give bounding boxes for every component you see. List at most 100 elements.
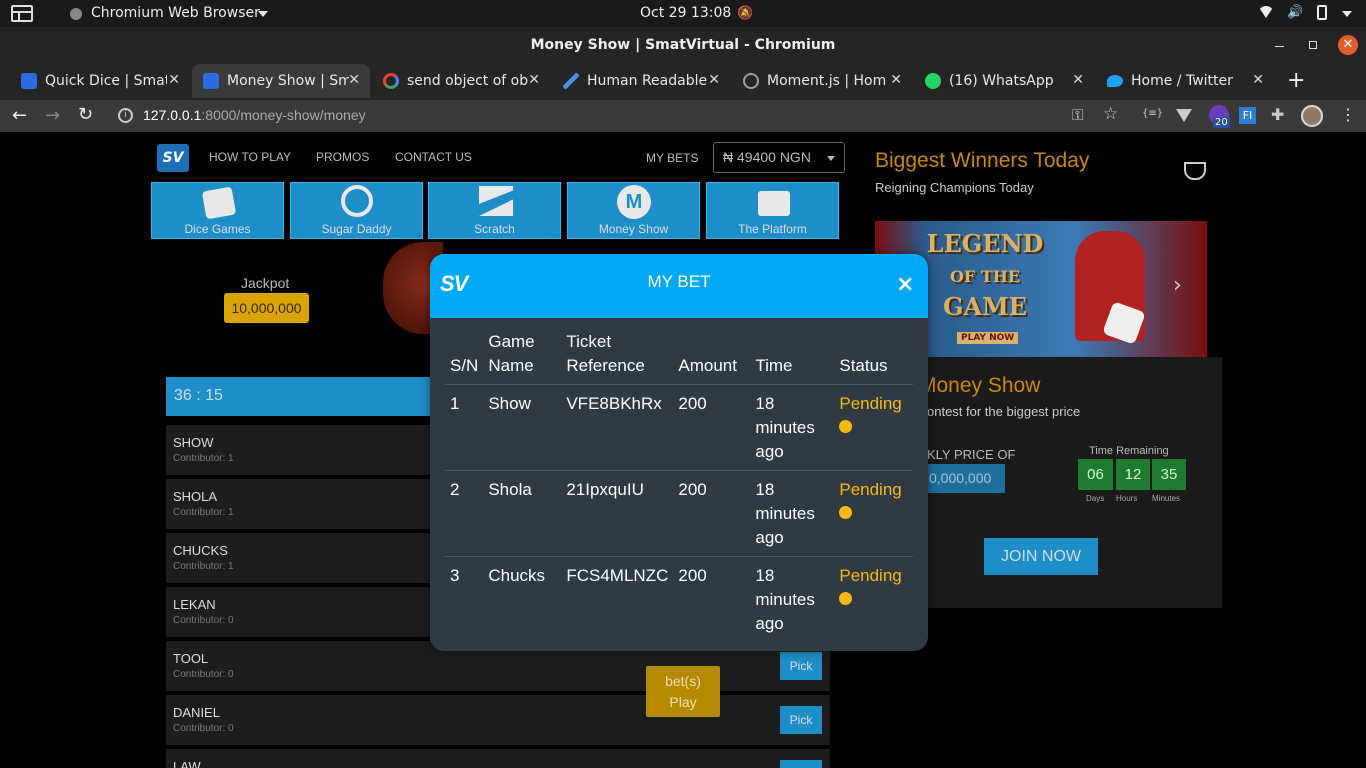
activities-grid-icon[interactable] bbox=[11, 5, 33, 22]
cell-amount: 200 bbox=[673, 470, 751, 557]
category-the-platform[interactable]: The Platform bbox=[706, 182, 839, 239]
pen-favicon-icon bbox=[563, 73, 579, 89]
close-tab-icon[interactable]: ✕ bbox=[1252, 72, 1264, 88]
join-now-button[interactable]: JOIN NOW bbox=[984, 538, 1098, 575]
contestant-contributors: Contributor: 0 bbox=[173, 615, 234, 626]
close-window-icon[interactable]: ✕ bbox=[1338, 35, 1358, 55]
close-tab-icon[interactable]: ✕ bbox=[168, 72, 180, 88]
back-icon[interactable]: ← bbox=[12, 105, 27, 126]
notifications-muted-icon: 🔕 bbox=[737, 6, 754, 21]
cell-time: 18 minutes ago bbox=[750, 384, 835, 471]
tab-whatsapp[interactable]: (16) WhatsApp ✕ bbox=[914, 64, 1094, 98]
vuetify-extension-icon[interactable] bbox=[1176, 109, 1192, 122]
category-money-show[interactable]: M Money Show bbox=[567, 182, 700, 239]
reload-icon[interactable]: ↻ bbox=[78, 104, 93, 125]
cell-game: Shola bbox=[483, 470, 562, 557]
close-icon[interactable]: × bbox=[896, 272, 914, 297]
extensions-puzzle-icon[interactable]: ✚ bbox=[1271, 105, 1284, 124]
close-tab-icon[interactable]: ✕ bbox=[890, 72, 902, 88]
battery-icon[interactable] bbox=[1317, 5, 1327, 20]
nav-promos[interactable]: PROMOS bbox=[316, 150, 369, 164]
status-text: Pending bbox=[839, 394, 902, 413]
close-tab-icon[interactable]: ✕ bbox=[528, 72, 540, 88]
site-logo[interactable]: SV bbox=[157, 144, 189, 172]
briefcase-icon bbox=[758, 191, 790, 216]
time-line1: 18 bbox=[755, 566, 775, 585]
category-dice-games[interactable]: Dice Games bbox=[151, 182, 284, 239]
col-game-line2: Name bbox=[488, 356, 534, 375]
col-ticket-line2: Reference bbox=[566, 356, 645, 375]
json-extension-icon[interactable]: {≡} bbox=[1142, 108, 1163, 119]
twitter-favicon-icon bbox=[1107, 75, 1123, 87]
bet-play-button[interactable]: bet(s) Play bbox=[646, 666, 720, 717]
money-show-logo-icon: M bbox=[617, 185, 651, 219]
pick-button[interactable] bbox=[780, 760, 822, 768]
close-tab-icon[interactable]: ✕ bbox=[1072, 72, 1084, 88]
nav-how-to-play[interactable]: HOW TO PLAY bbox=[209, 150, 291, 164]
status-dot-icon bbox=[839, 592, 853, 605]
col-ticket-line1: Ticket bbox=[566, 332, 612, 351]
category-sugar-daddy[interactable]: Sugar Daddy bbox=[290, 182, 423, 239]
price-label: KLY PRICE OF bbox=[927, 447, 1016, 462]
minimize-icon[interactable] bbox=[1275, 46, 1284, 47]
col-ticket-reference: Ticket Reference bbox=[561, 326, 674, 385]
nav-my-bets[interactable]: MY BETS bbox=[646, 151, 698, 165]
status-dot-icon bbox=[839, 506, 853, 519]
banner-headline: LEGEND OF THE GAME bbox=[925, 229, 1045, 322]
pick-button[interactable]: Pick bbox=[780, 652, 822, 680]
contestant-row: LAW bbox=[166, 749, 830, 768]
table-row: 2 Shola 21IpxquIU 200 18 minutes ago Pendi… bbox=[445, 470, 913, 557]
play-label: Play bbox=[669, 694, 697, 710]
contestant-name: SHOW bbox=[173, 435, 214, 450]
table-row: 1 Show VFE8BKhRx 200 18 minutes ago Pendin… bbox=[445, 384, 913, 471]
table-header-row: S/N Game Name Ticket Reference Amount Time… bbox=[445, 326, 913, 385]
banner-play-now[interactable]: PLAY NOW bbox=[957, 332, 1019, 344]
fi-extension-icon[interactable]: FI bbox=[1239, 107, 1256, 124]
volume-icon[interactable]: 🔊 bbox=[1287, 5, 1303, 20]
forward-icon[interactable]: → bbox=[45, 105, 60, 126]
balance-dropdown[interactable]: ₦ 49400 NGN bbox=[713, 142, 845, 173]
tab-quick-dice[interactable]: Quick Dice | Smat ✕ bbox=[10, 64, 190, 98]
cell-time: 18 minutes ago bbox=[750, 470, 835, 557]
url[interactable]: 127.0.0.1:8000/money-show/money bbox=[143, 107, 366, 123]
tab-human-readable[interactable]: Human Readable ✕ bbox=[552, 64, 730, 98]
status-text: Pending bbox=[839, 480, 902, 499]
cell-ref: VFE8BKhRx bbox=[561, 384, 674, 471]
jackpot-value: 10,000,000 bbox=[224, 293, 309, 323]
profile-avatar[interactable] bbox=[1301, 105, 1323, 127]
winners-subtitle: Reigning Champions Today bbox=[875, 180, 1034, 195]
tab-twitter[interactable]: Home / Twitter ✕ bbox=[1096, 64, 1274, 98]
tab-money-show[interactable]: Money Show | Sm ✕ bbox=[192, 64, 370, 98]
system-menu-caret-icon[interactable] bbox=[1342, 11, 1352, 17]
time-line3: ago bbox=[755, 442, 784, 461]
browser-menu-icon[interactable]: ⋮ bbox=[1340, 105, 1356, 124]
my-bet-modal: SV MY BET × S/N Game Name Ticket Reference… bbox=[430, 254, 928, 651]
bookmark-star-icon[interactable]: ☆ bbox=[1103, 104, 1118, 124]
site-info-icon[interactable]: i bbox=[118, 108, 133, 123]
close-tab-icon[interactable]: ✕ bbox=[708, 72, 720, 88]
tab-label: Human Readable bbox=[587, 73, 708, 89]
pick-button[interactable]: Pick bbox=[780, 706, 822, 734]
close-tab-icon[interactable]: ✕ bbox=[348, 72, 360, 88]
card-subtitle: ontest for the biggest price bbox=[927, 404, 1081, 419]
tab-google-search[interactable]: send object of ob ✕ bbox=[372, 64, 550, 98]
table-row: 3 Chucks FCS4MLNZC 200 18 minutes ago Pend… bbox=[445, 557, 913, 643]
cell-game: Chucks bbox=[488, 566, 546, 585]
maximize-icon[interactable] bbox=[1309, 41, 1317, 49]
time-line2: minutes bbox=[755, 590, 815, 609]
carousel-next-icon[interactable]: › bbox=[1173, 273, 1182, 298]
tab-label: send object of ob bbox=[407, 73, 529, 89]
tab-label: Home / Twitter bbox=[1131, 73, 1233, 89]
category-scratch[interactable]: Scratch bbox=[428, 182, 561, 239]
clock[interactable]: Oct 29 13:08 bbox=[640, 5, 731, 21]
wifi-icon[interactable] bbox=[1258, 6, 1274, 18]
new-tab-icon[interactable]: + bbox=[1287, 68, 1305, 93]
password-key-icon[interactable]: ⚿ bbox=[1072, 106, 1083, 124]
contestant-name: LEKAN bbox=[173, 597, 216, 612]
app-menu[interactable]: Chromium Web Browser bbox=[91, 5, 260, 21]
nav-contact-us[interactable]: CONTACT US bbox=[395, 150, 472, 164]
modal-title: MY BET bbox=[647, 272, 711, 291]
scratch-card-icon bbox=[479, 186, 513, 216]
tab-momentjs[interactable]: Moment.js | Hom ✕ bbox=[732, 64, 912, 98]
window-title: Money Show | SmatVirtual - Chromium bbox=[530, 37, 836, 53]
